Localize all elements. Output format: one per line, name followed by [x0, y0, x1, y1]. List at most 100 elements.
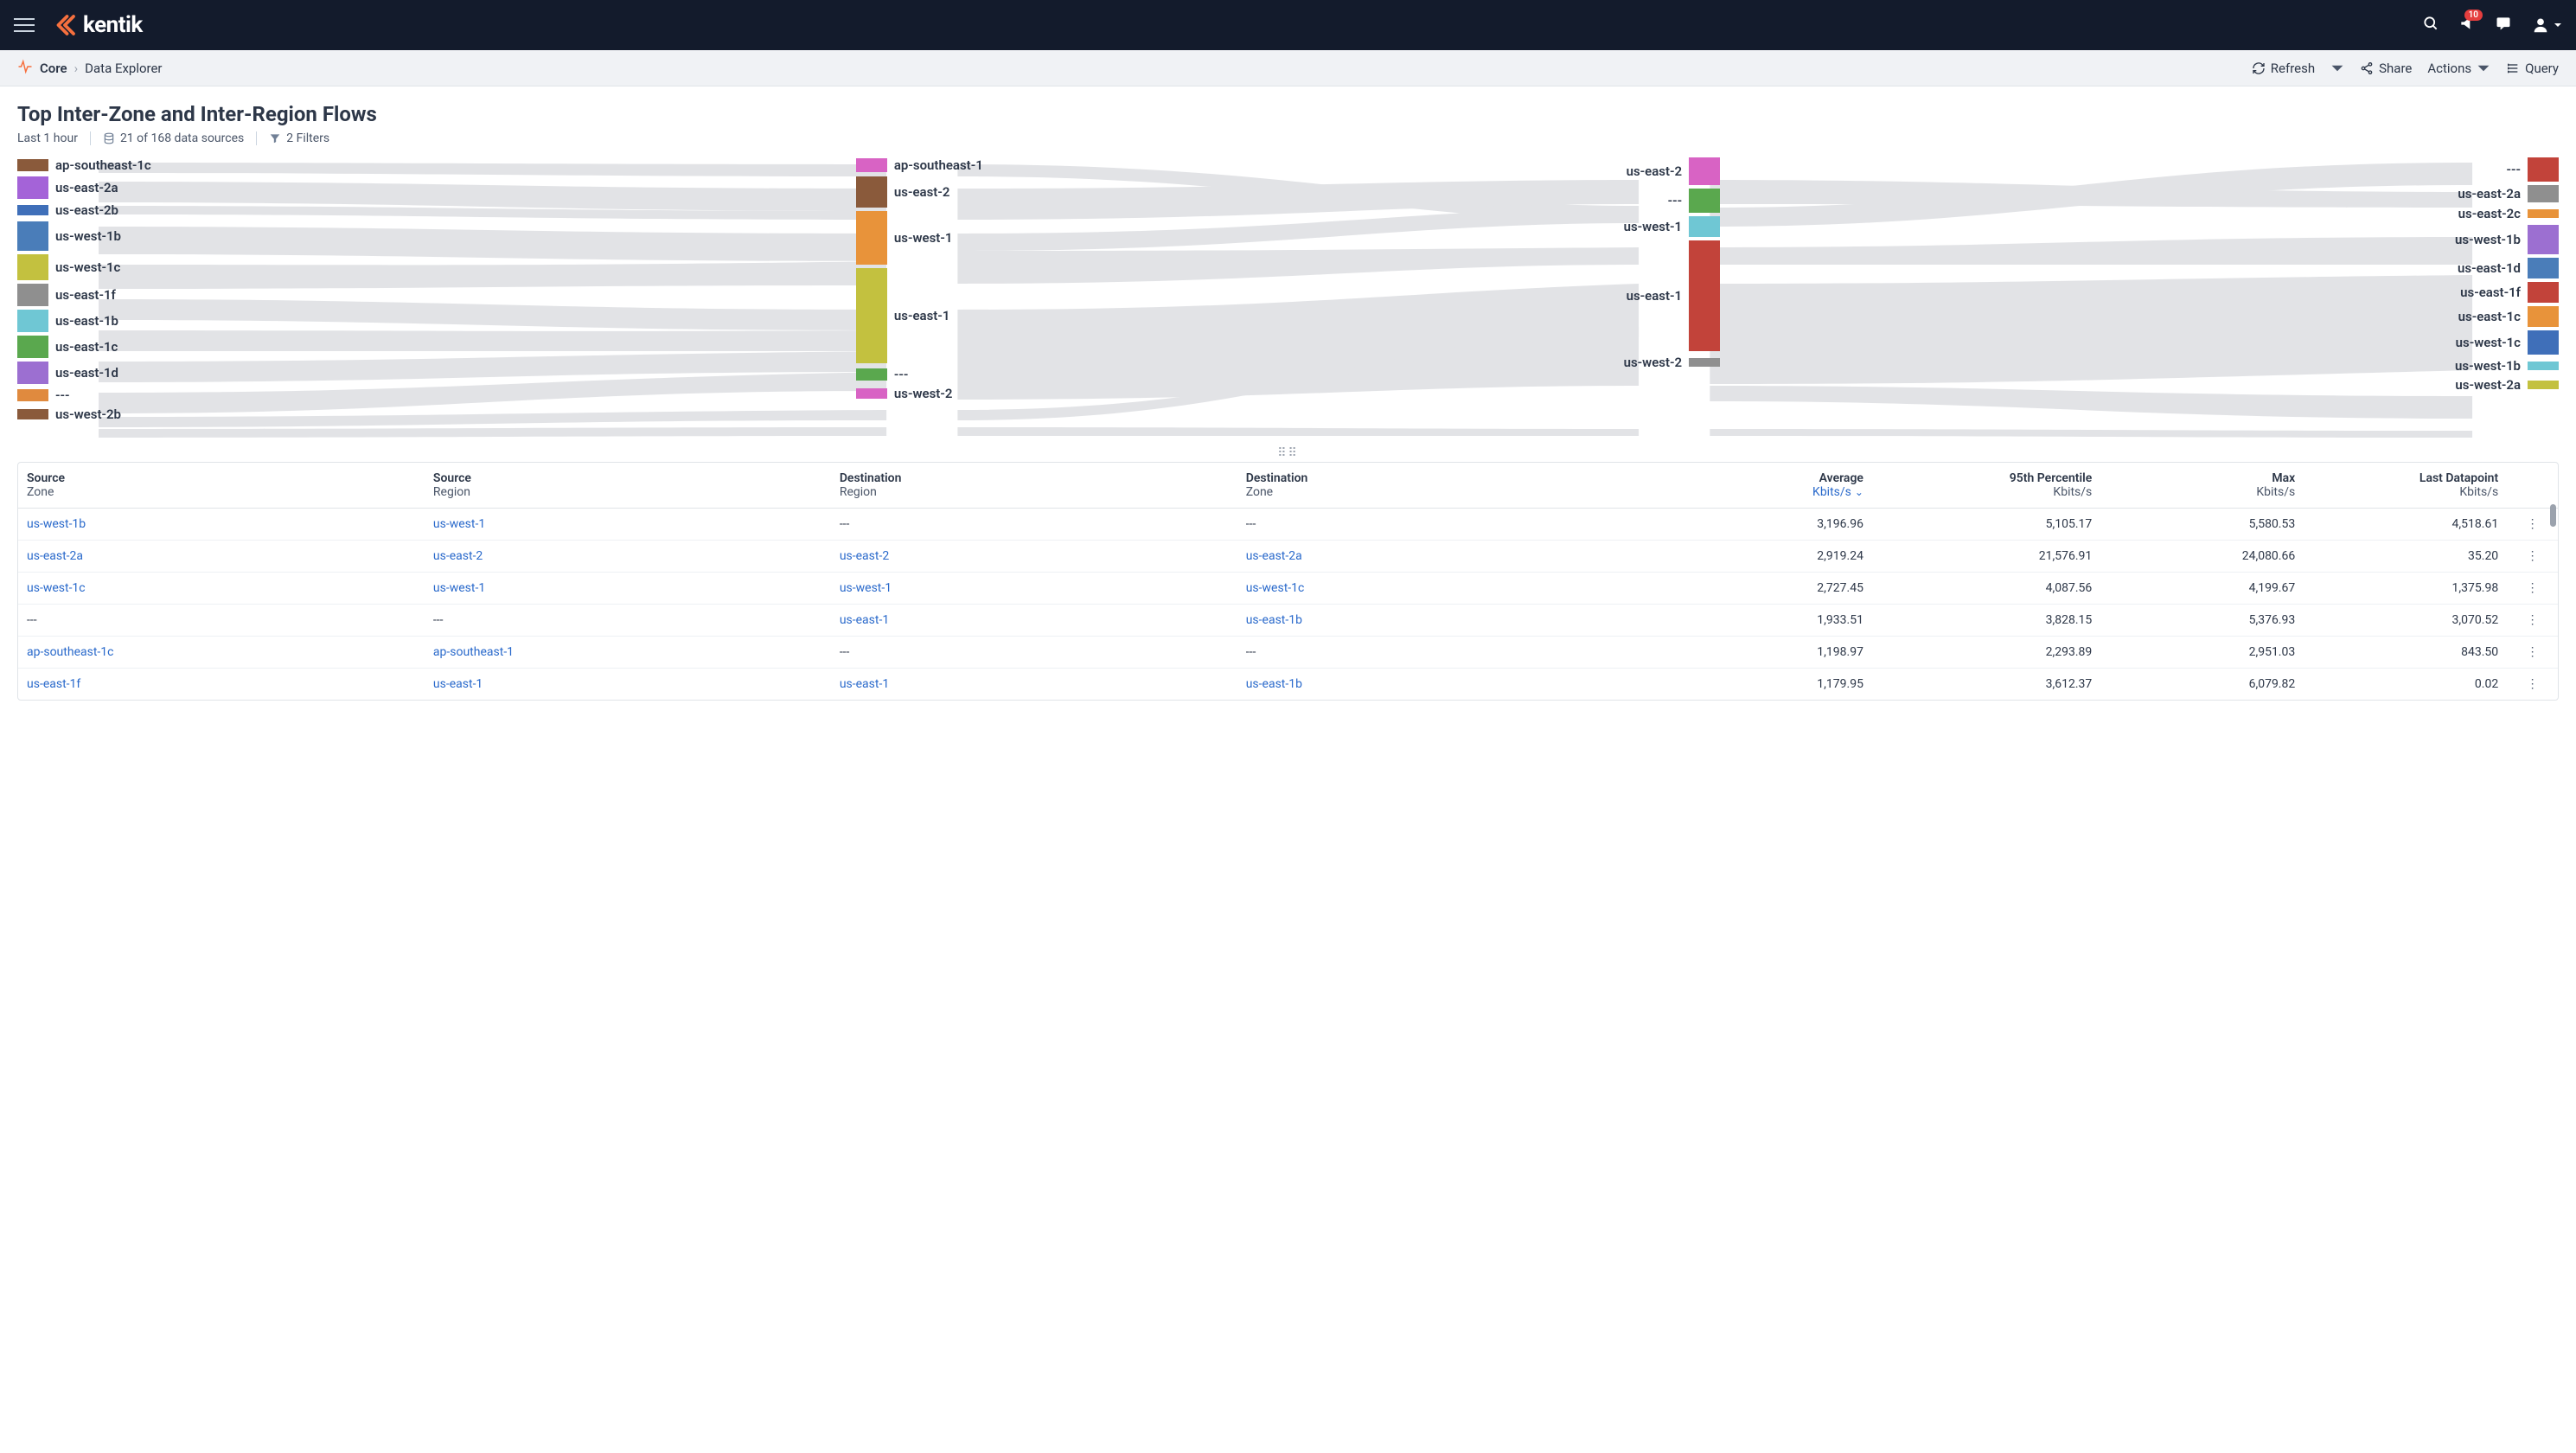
sankey-node-label: ---: [2506, 162, 2521, 177]
sankey-node[interactable]: us-east-2a: [2455, 185, 2559, 202]
sankey-node[interactable]: us-west-1c: [17, 254, 151, 280]
sankey-node-label: us-west-2: [1624, 355, 1683, 370]
sankey-node[interactable]: us-east-1: [1624, 240, 1721, 351]
cell-link[interactable]: us-east-1f: [27, 677, 80, 691]
cell-link[interactable]: ap-southeast-1: [433, 645, 514, 659]
cell-link[interactable]: us-west-1c: [1246, 581, 1305, 595]
cell-link[interactable]: us-east-1b: [1246, 613, 1302, 627]
timerange-label[interactable]: Last 1 hour: [17, 131, 78, 145]
row-actions-button[interactable]: ⋮: [2507, 541, 2558, 573]
sankey-node[interactable]: us-west-1c: [2455, 330, 2559, 355]
refresh-button[interactable]: Refresh: [2252, 61, 2315, 76]
color-swatch: [17, 409, 48, 419]
sankey-node-label: us-west-2a: [2455, 377, 2521, 393]
table-cell: 4,199.67: [2100, 573, 2304, 605]
column-header[interactable]: MaxKbits/s: [2100, 463, 2304, 509]
scrollbar-thumb[interactable]: [2550, 504, 2556, 527]
column-header[interactable]: AverageKbits/s⌄: [1644, 463, 1872, 509]
breadcrumb-root[interactable]: Core: [40, 61, 67, 76]
sort-caret-icon: ⌄: [1855, 486, 1863, 498]
sankey-node[interactable]: us-east-1f: [17, 284, 151, 306]
user-menu[interactable]: [2531, 16, 2562, 35]
breadcrumb-page[interactable]: Data Explorer: [85, 61, 162, 76]
sankey-node-label: ---: [1668, 193, 1683, 208]
sankey-node-label: us-east-1d: [55, 365, 118, 381]
column-header[interactable]: SourceRegion: [425, 463, 831, 509]
cell-link[interactable]: us-east-2a: [1246, 549, 1302, 563]
column-header[interactable]: DestinationRegion: [831, 463, 1237, 509]
color-swatch: [17, 389, 48, 401]
sankey-node[interactable]: us-east-1: [856, 268, 983, 363]
sankey-node[interactable]: us-west-2: [1624, 355, 1721, 370]
color-swatch: [856, 368, 887, 381]
breadcrumb-bar: Core › Data Explorer Refresh Share Actio…: [0, 50, 2576, 86]
column-header[interactable]: SourceZone: [18, 463, 425, 509]
cell-link[interactable]: ap-southeast-1c: [27, 645, 113, 659]
table-cell: ---: [425, 605, 831, 637]
sankey-node[interactable]: us-west-2: [856, 386, 983, 401]
sankey-node[interactable]: us-west-2a: [2455, 377, 2559, 393]
row-actions-button[interactable]: ⋮: [2507, 573, 2558, 605]
cell-link[interactable]: us-east-1: [433, 677, 483, 691]
chat-icon[interactable]: [2495, 15, 2512, 35]
filters-label[interactable]: 2 Filters: [269, 131, 329, 145]
cell-link[interactable]: us-east-2a: [27, 549, 83, 563]
cell-link[interactable]: us-west-1: [433, 517, 485, 531]
sankey-node[interactable]: ---: [1624, 189, 1721, 213]
resize-handle[interactable]: ⠿⠿: [0, 446, 2576, 460]
search-icon[interactable]: [2422, 15, 2439, 35]
sources-label[interactable]: 21 of 168 data sources: [103, 131, 244, 145]
sankey-node[interactable]: us-east-1b: [17, 310, 151, 332]
share-button[interactable]: Share: [2360, 61, 2412, 76]
cell-link[interactable]: us-west-1: [840, 581, 892, 595]
sankey-node[interactable]: us-east-2: [1624, 157, 1721, 185]
sankey-node[interactable]: us-west-1: [1624, 216, 1721, 237]
column-header[interactable]: Last DatapointKbits/s: [2304, 463, 2507, 509]
sankey-node[interactable]: us-east-2: [856, 176, 983, 208]
cell-link[interactable]: us-east-2: [433, 549, 483, 563]
sankey-node[interactable]: us-west-1b: [17, 221, 151, 251]
table-cell: 35.20: [2304, 541, 2507, 573]
table-cell: us-east-1: [831, 669, 1237, 701]
sankey-node[interactable]: us-east-1f: [2455, 282, 2559, 303]
sankey-node[interactable]: ---: [17, 387, 151, 403]
brand-logo[interactable]: kentik: [52, 12, 143, 38]
sankey-node[interactable]: ap-southeast-1: [856, 157, 983, 173]
query-button[interactable]: Query: [2506, 61, 2559, 76]
column-header[interactable]: 95th PercentileKbits/s: [1872, 463, 2100, 509]
sankey-node[interactable]: us-west-1b: [2455, 358, 2559, 374]
refresh-dropdown[interactable]: [2330, 61, 2344, 75]
cell-link[interactable]: us-east-1: [840, 677, 889, 691]
sankey-node[interactable]: us-east-2a: [17, 176, 151, 199]
sankey-node[interactable]: ---: [2455, 157, 2559, 182]
sankey-node[interactable]: ap-southeast-1c: [17, 157, 151, 173]
sankey-node[interactable]: us-east-2b: [17, 202, 151, 218]
sankey-node[interactable]: us-east-1c: [17, 336, 151, 358]
sankey-node[interactable]: us-east-1d: [17, 362, 151, 384]
color-swatch: [17, 205, 48, 215]
page-title: Top Inter-Zone and Inter-Region Flows: [17, 102, 2559, 126]
sankey-node[interactable]: us-east-1c: [2455, 306, 2559, 327]
color-swatch: [856, 176, 887, 208]
sankey-node[interactable]: ---: [856, 367, 983, 382]
cell-link[interactable]: us-west-1: [433, 581, 485, 595]
actions-button[interactable]: Actions: [2427, 61, 2490, 76]
sankey-node[interactable]: us-west-1: [856, 211, 983, 265]
cell-link[interactable]: us-east-1b: [1246, 677, 1302, 691]
cell-link[interactable]: us-east-1: [840, 613, 889, 627]
color-swatch: [1689, 216, 1720, 237]
sankey-node-label: us-west-1b: [2455, 358, 2521, 374]
column-header[interactable]: DestinationZone: [1237, 463, 1644, 509]
announcements-icon[interactable]: 10: [2458, 15, 2476, 35]
cell-link[interactable]: us-east-2: [840, 549, 889, 563]
row-actions-button[interactable]: ⋮: [2507, 637, 2558, 669]
sankey-node[interactable]: us-west-1b: [2455, 225, 2559, 254]
row-actions-button[interactable]: ⋮: [2507, 669, 2558, 701]
menu-icon[interactable]: [14, 15, 35, 35]
sankey-node[interactable]: us-west-2b: [17, 406, 151, 422]
row-actions-button[interactable]: ⋮: [2507, 605, 2558, 637]
cell-link[interactable]: us-west-1c: [27, 581, 86, 595]
sankey-node[interactable]: us-east-1d: [2455, 258, 2559, 278]
sankey-node[interactable]: us-east-2c: [2455, 206, 2559, 221]
cell-link[interactable]: us-west-1b: [27, 517, 86, 531]
